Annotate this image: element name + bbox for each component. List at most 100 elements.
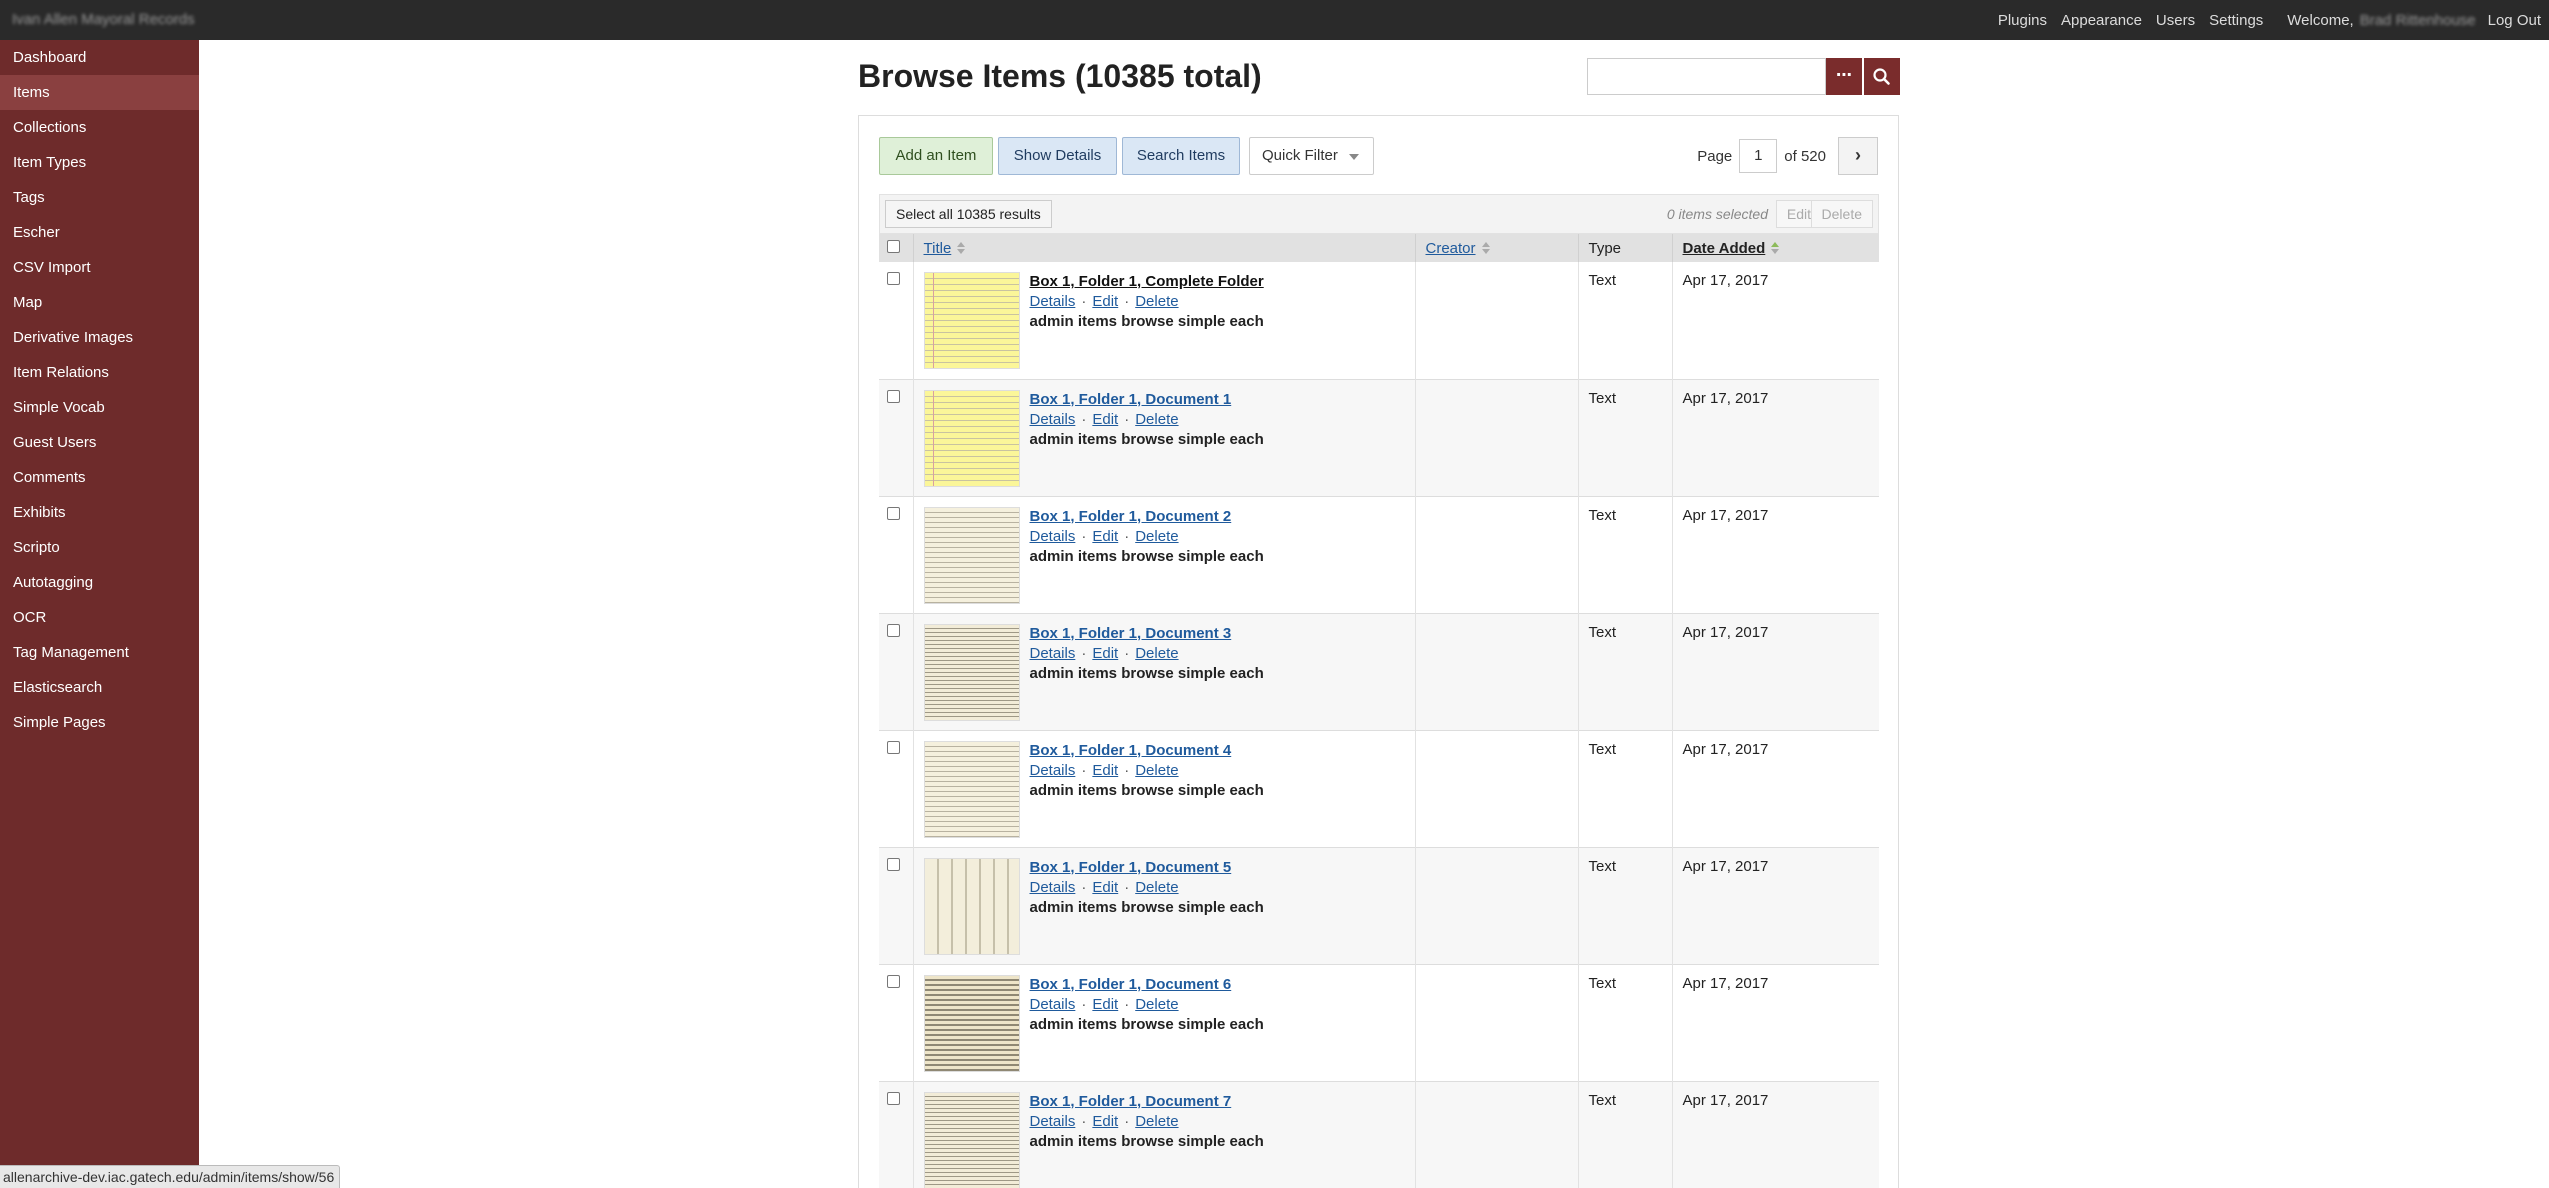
- item-title-link[interactable]: Box 1, Folder 1, Document 3: [1030, 624, 1264, 644]
- sidebar-item-simple-vocab[interactable]: Simple Vocab: [0, 390, 199, 425]
- type-cell: Text: [1577, 613, 1672, 730]
- sidebar-item-elasticsearch[interactable]: Elasticsearch: [0, 670, 199, 705]
- item-title-link[interactable]: Box 1, Folder 1, Document 2: [1030, 507, 1264, 527]
- sidebar-item-tags[interactable]: Tags: [0, 180, 199, 215]
- advanced-search-button[interactable]: ⋯: [1826, 58, 1862, 95]
- row-checkbox[interactable]: [887, 1091, 900, 1105]
- item-thumbnail[interactable]: [923, 506, 1020, 604]
- items-panel: Add an Item Show Details Search Items Qu…: [858, 115, 1899, 1188]
- sidebar-item-dashboard[interactable]: Dashboard: [0, 40, 199, 75]
- sidebar-item-item-types[interactable]: Item Types: [0, 145, 199, 180]
- edit-link[interactable]: Edit: [1092, 411, 1118, 428]
- details-link[interactable]: Details: [1030, 645, 1076, 662]
- sort-title-link[interactable]: Title: [924, 240, 952, 257]
- item-title-link[interactable]: Box 1, Folder 1, Document 6: [1030, 975, 1264, 995]
- delete-link[interactable]: Delete: [1135, 411, 1178, 428]
- sidebar-item-csv-import[interactable]: CSV Import: [0, 250, 199, 285]
- delete-link[interactable]: Delete: [1135, 528, 1178, 545]
- edit-link[interactable]: Edit: [1092, 1113, 1118, 1130]
- nav-appearance[interactable]: Appearance: [2061, 12, 2142, 29]
- delete-link[interactable]: Delete: [1135, 293, 1178, 310]
- sidebar-item-collections[interactable]: Collections: [0, 110, 199, 145]
- sidebar-item-simple-pages[interactable]: Simple Pages: [0, 705, 199, 740]
- delete-link[interactable]: Delete: [1135, 762, 1178, 779]
- item-thumbnail[interactable]: [923, 974, 1020, 1072]
- user-name-link[interactable]: Brad Rittenhouse: [2360, 12, 2476, 29]
- details-link[interactable]: Details: [1030, 996, 1076, 1013]
- details-link[interactable]: Details: [1030, 762, 1076, 779]
- sidebar-item-item-relations[interactable]: Item Relations: [0, 355, 199, 390]
- nav-users[interactable]: Users: [2156, 12, 2195, 29]
- delete-link[interactable]: Delete: [1135, 996, 1178, 1013]
- sidebar-item-autotagging[interactable]: Autotagging: [0, 565, 199, 600]
- nav-settings[interactable]: Settings: [2209, 12, 2263, 29]
- search-input[interactable]: [1587, 58, 1826, 95]
- quick-filter-label: Quick Filter: [1262, 147, 1338, 164]
- sidebar-item-tag-management[interactable]: Tag Management: [0, 635, 199, 670]
- page-number-input[interactable]: 1: [1739, 139, 1778, 173]
- batch-delete-button[interactable]: Delete: [1810, 200, 1873, 228]
- sidebar-item-escher[interactable]: Escher: [0, 215, 199, 250]
- edit-link[interactable]: Edit: [1092, 528, 1118, 545]
- edit-link[interactable]: Edit: [1092, 645, 1118, 662]
- edit-link[interactable]: Edit: [1092, 879, 1118, 896]
- type-cell: Text: [1577, 379, 1672, 496]
- edit-link[interactable]: Edit: [1092, 293, 1118, 310]
- item-thumbnail[interactable]: [923, 623, 1020, 721]
- sidebar-item-comments[interactable]: Comments: [0, 460, 199, 495]
- select-all-results-button[interactable]: Select all 10385 results: [885, 200, 1052, 228]
- row-checkbox[interactable]: [887, 623, 900, 637]
- row-checkbox[interactable]: [887, 857, 900, 871]
- delete-link[interactable]: Delete: [1135, 645, 1178, 662]
- item-thumbnail[interactable]: [923, 740, 1020, 838]
- details-link[interactable]: Details: [1030, 1113, 1076, 1130]
- next-page-button[interactable]: ›: [1838, 137, 1878, 175]
- details-link[interactable]: Details: [1030, 528, 1076, 545]
- add-item-button[interactable]: Add an Item: [879, 137, 993, 175]
- details-link[interactable]: Details: [1030, 293, 1076, 310]
- item-thumbnail[interactable]: [923, 389, 1020, 487]
- sort-icon: [1481, 241, 1490, 254]
- row-checkbox[interactable]: [887, 389, 900, 403]
- row-checkbox[interactable]: [887, 740, 900, 754]
- sidebar-item-exhibits[interactable]: Exhibits: [0, 495, 199, 530]
- item-title-link[interactable]: Box 1, Folder 1, Document 4: [1030, 741, 1264, 761]
- date-added-cell: Apr 17, 2017: [1671, 262, 1879, 379]
- item-thumbnail[interactable]: [923, 1091, 1020, 1188]
- edit-link[interactable]: Edit: [1092, 996, 1118, 1013]
- sidebar-item-items[interactable]: Items: [0, 75, 199, 110]
- sort-creator-link[interactable]: Creator: [1426, 240, 1476, 257]
- item-title-link[interactable]: Box 1, Folder 1, Document 1: [1030, 390, 1264, 410]
- details-link[interactable]: Details: [1030, 879, 1076, 896]
- sidebar-item-derivative-images[interactable]: Derivative Images: [0, 320, 199, 355]
- item-thumbnail[interactable]: [923, 272, 1020, 369]
- site-title[interactable]: Ivan Allen Mayoral Records: [12, 11, 195, 28]
- nav-plugins[interactable]: Plugins: [1998, 12, 2047, 29]
- row-checkbox[interactable]: [887, 506, 900, 520]
- item-title-link[interactable]: Box 1, Folder 1, Document 5: [1030, 858, 1264, 878]
- sort-date-added-link[interactable]: Date Added: [1683, 240, 1766, 257]
- delete-link[interactable]: Delete: [1135, 1113, 1178, 1130]
- plugin-hook-text: admin items browse simple each: [1029, 430, 1264, 448]
- sidebar-item-ocr[interactable]: OCR: [0, 600, 199, 635]
- page-total: of 520: [1784, 147, 1826, 165]
- top-nav: Plugins Appearance Users Settings Welcom…: [1998, 0, 2549, 40]
- select-all-checkbox[interactable]: [887, 239, 900, 253]
- logout-link[interactable]: Log Out: [2488, 12, 2541, 29]
- sidebar-item-guest-users[interactable]: Guest Users: [0, 425, 199, 460]
- sidebar-item-map[interactable]: Map: [0, 285, 199, 320]
- search-submit-button[interactable]: [1864, 58, 1900, 95]
- quick-filter-dropdown[interactable]: Quick Filter: [1249, 137, 1374, 175]
- delete-link[interactable]: Delete: [1135, 879, 1178, 896]
- show-details-button[interactable]: Show Details: [998, 137, 1117, 175]
- search-items-button[interactable]: Search Items: [1122, 137, 1240, 175]
- row-checkbox[interactable]: [887, 272, 900, 285]
- row-checkbox[interactable]: [887, 974, 900, 988]
- details-link[interactable]: Details: [1030, 411, 1076, 428]
- edit-link[interactable]: Edit: [1092, 762, 1118, 779]
- item-title-link[interactable]: Box 1, Folder 1, Complete Folder: [1030, 272, 1264, 292]
- sidebar-item-scripto[interactable]: Scripto: [0, 530, 199, 565]
- table-row: Box 1, Folder 1, Document 4 Details · Edit…: [879, 730, 1879, 847]
- item-thumbnail[interactable]: [923, 857, 1020, 955]
- item-title-link[interactable]: Box 1, Folder 1, Document 7: [1030, 1092, 1264, 1112]
